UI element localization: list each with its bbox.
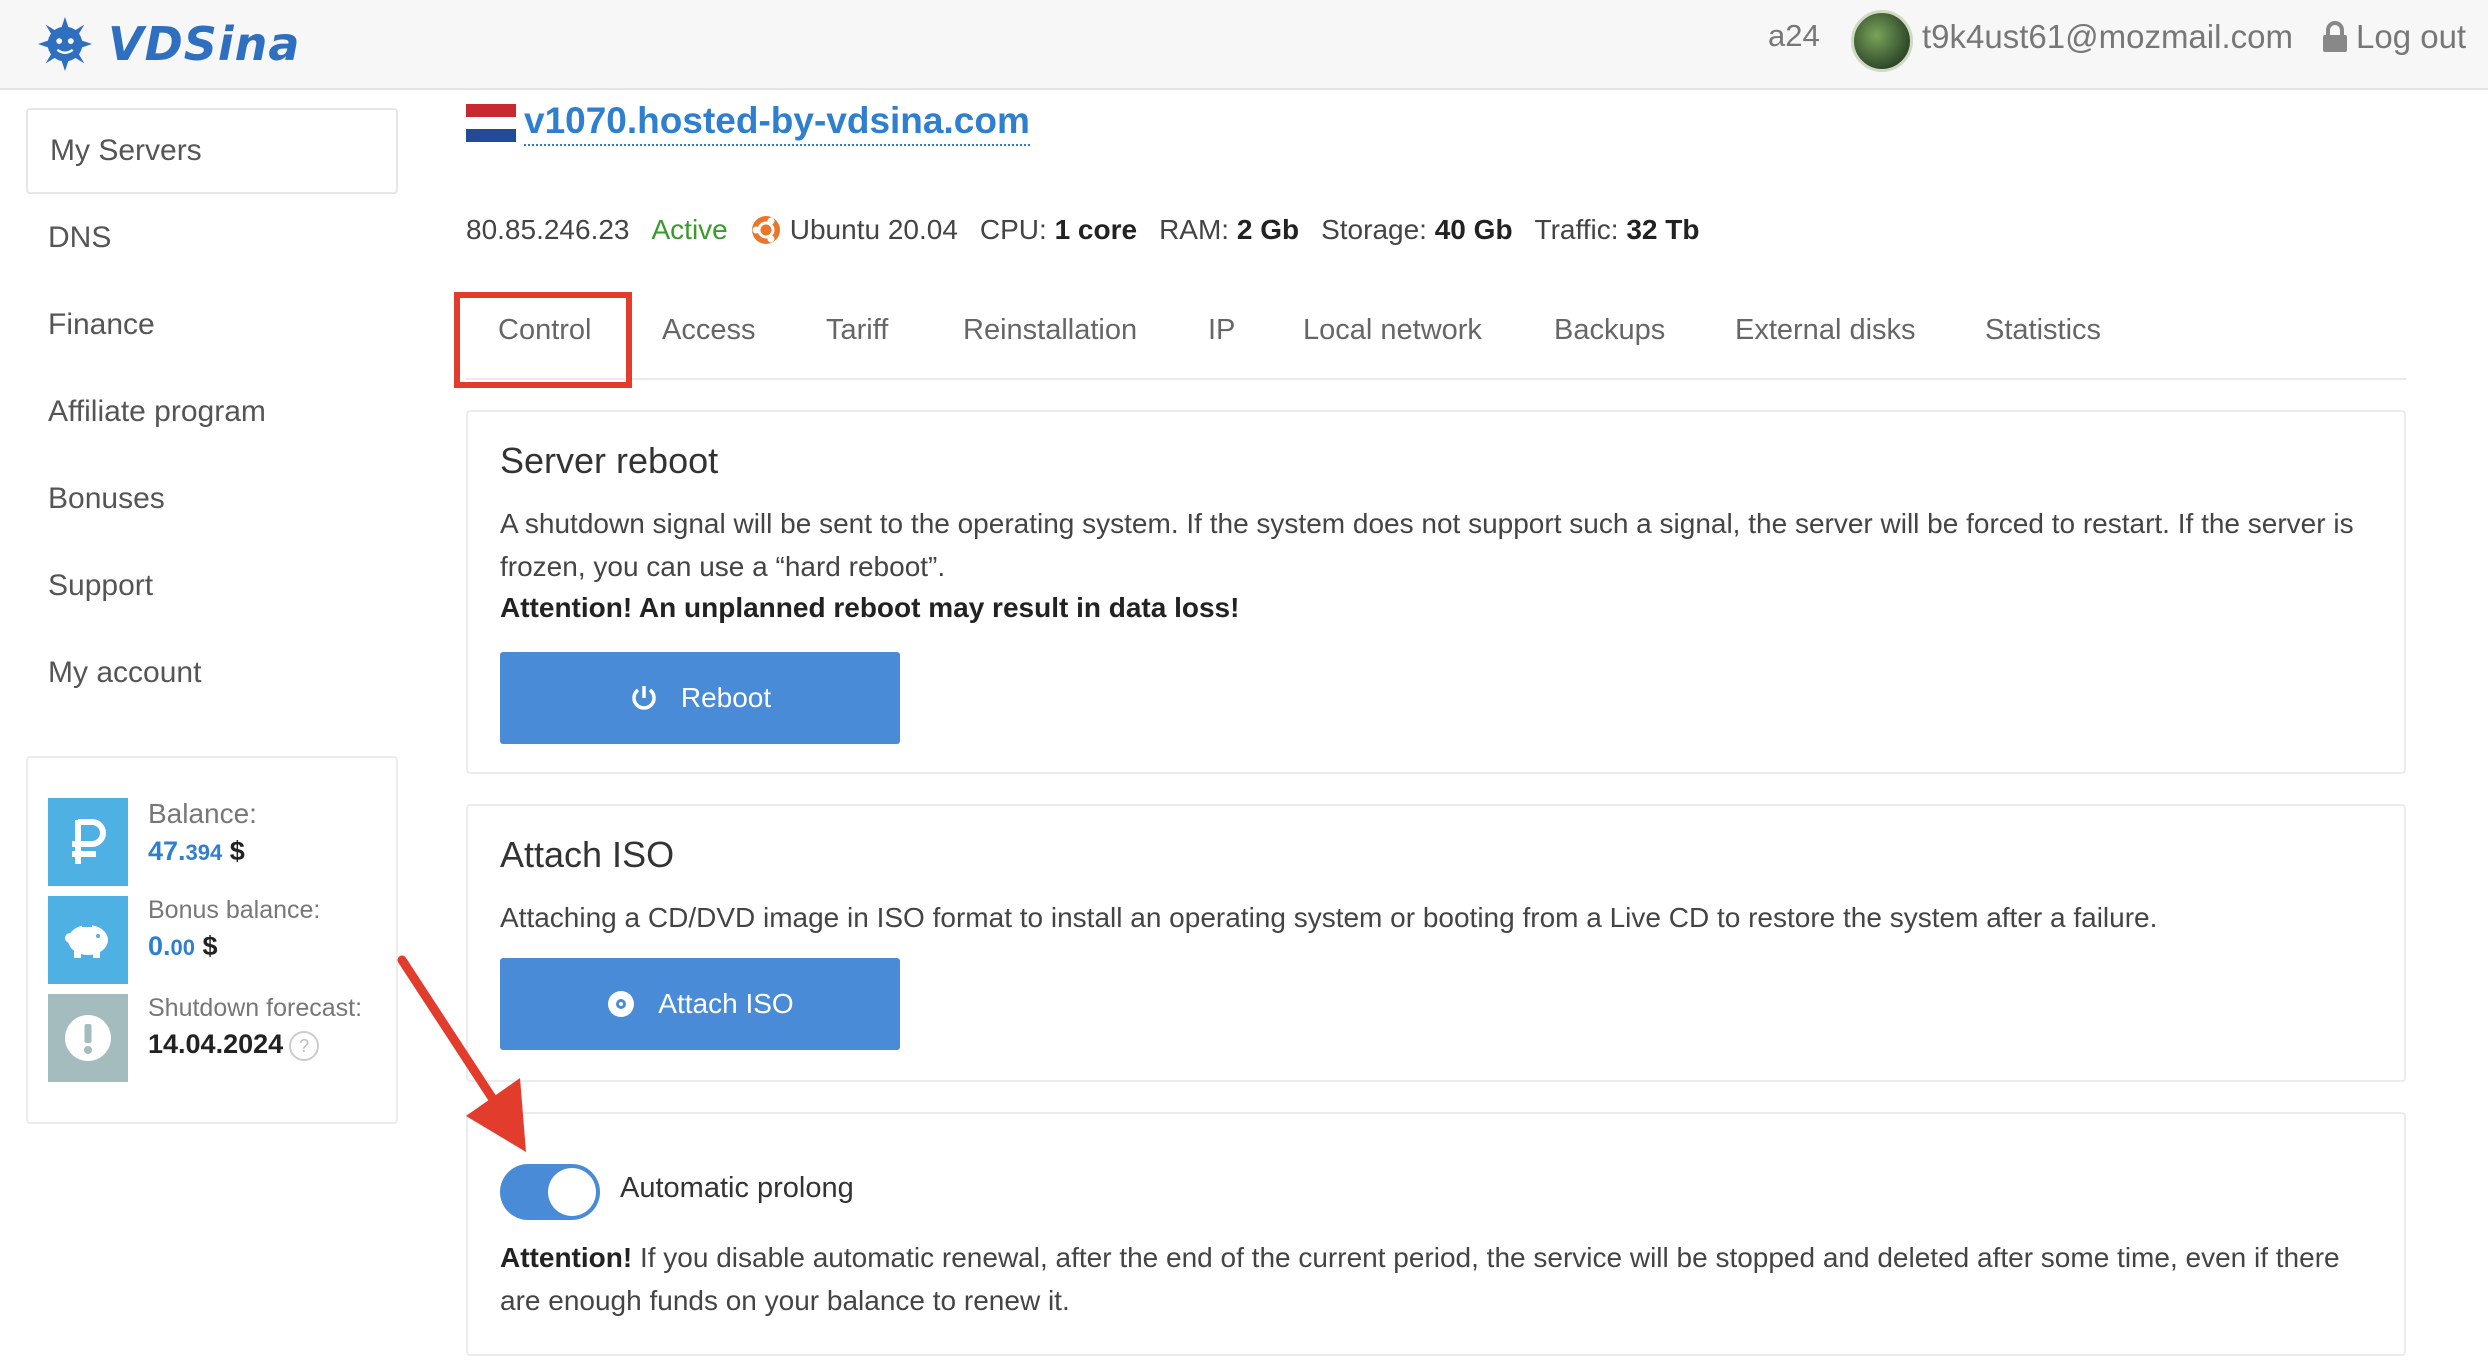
sidebar-item-finance[interactable]: Finance [26,282,398,368]
auto-prolong-label: Automatic prolong [620,1172,854,1204]
server-traffic: Traffic: 32 Tb [1534,214,1700,245]
auto-prolong-card: Automatic prolong Attention! If you disa… [466,1112,2406,1356]
tab-statistics[interactable]: Statistics [1985,314,2101,347]
server-os: Ubuntu 20.04 [750,214,958,246]
server-cpu: CPU: 1 core [979,214,1138,245]
tab-ip[interactable]: IP [1208,314,1235,347]
tab-local-network[interactable]: Local network [1303,314,1482,347]
sidebar-nav: My Servers DNS Finance Affiliate program… [26,108,398,717]
logo[interactable]: VDSina [36,12,300,76]
tab-external-disks[interactable]: External disks [1735,314,1916,347]
sidebar-item-bonuses[interactable]: Bonuses [26,456,398,542]
attach-iso-card: Attach ISO Attaching a CD/DVD image in I… [466,804,2406,1082]
annotation-arrow-icon [397,955,526,1152]
logo-text: VDSina [108,17,301,71]
server-storage: Storage: 40 Gb [1321,214,1513,245]
balance-panel: Balance: 47.394 $ Bonus balance: 0.00 $ [26,756,398,1124]
sidebar-item-affiliate[interactable]: Affiliate program [26,369,398,455]
warning-icon [48,994,128,1082]
iso-description: Attaching a CD/DVD image in ISO format t… [500,902,2158,933]
account-id: a24 [1768,18,1820,53]
forecast-label: Shutdown forecast: [148,994,363,1022]
tab-bar: Control Access Tariff Reinstallation IP … [466,300,2406,380]
sidebar-item-my-servers[interactable]: My Servers [26,108,398,194]
logo-mark-icon [37,16,93,72]
server-ip: 80.85.246.23 [466,214,630,245]
logout-label: Log out [2356,18,2467,55]
reboot-description: A shutdown signal will be sent to the op… [500,508,2354,582]
forecast-date: 14.04.2024? [148,1029,362,1061]
sidebar-item-support[interactable]: Support [26,543,398,629]
iso-title: Attach ISO [500,834,675,875]
bonus-balance-label: Bonus balance: [148,896,321,924]
sidebar-item-my-account[interactable]: My account [26,630,398,716]
reboot-title: Server reboot [500,440,719,481]
balance-row: Balance: 47.394 $ [48,798,388,886]
avatar[interactable] [1851,10,1913,72]
ruble-icon [48,798,128,886]
balance-label: Balance: [148,798,257,829]
ubuntu-icon [751,216,780,244]
reboot-warning: Attention! An unplanned reboot may resul… [500,592,1240,623]
server-name-link[interactable]: v1070.hosted-by-vdsina.com [524,100,1030,146]
power-icon [632,686,656,710]
sidebar-item-dns[interactable]: DNS [26,195,398,281]
netherlands-flag-icon [466,104,516,143]
attach-iso-button[interactable]: Attach ISO [500,958,900,1050]
tab-access[interactable]: Access [662,314,755,347]
piggy-bank-icon [48,896,128,984]
disc-icon [608,991,635,1017]
reboot-button[interactable]: Reboot [500,652,900,744]
auto-prolong-note: Attention! If you disable automatic rene… [500,1242,2340,1316]
bonus-balance-value: 0.00 $ [148,931,218,961]
reboot-card: Server reboot A shutdown signal will be … [466,410,2406,774]
help-icon[interactable]: ? [289,1030,320,1061]
tab-backups[interactable]: Backups [1554,314,1665,347]
balance-value: 47.394 $ [148,836,245,866]
server-ram: RAM: 2 Gb [1159,214,1300,245]
server-info: 80.85.246.23 Active Ubuntu 20.04 CPU: 1 … [466,214,1721,246]
server-status: Active [651,214,728,245]
shutdown-forecast-row: Shutdown forecast: 14.04.2024? [48,994,388,1082]
top-header: VDSina a24 t9k4ust61@mozmail.com Log out [0,0,2488,90]
tab-reinstallation[interactable]: Reinstallation [963,314,1137,347]
user-email[interactable]: t9k4ust61@mozmail.com [1922,18,2293,56]
lock-icon [2323,21,2347,52]
server-title: v1070.hosted-by-vdsina.com [466,100,1030,146]
logout-link[interactable]: Log out [2322,18,2466,56]
annotation-highlight-box [454,292,632,388]
bonus-balance-row: Bonus balance: 0.00 $ [48,896,388,984]
tab-tariff[interactable]: Tariff [826,314,888,347]
